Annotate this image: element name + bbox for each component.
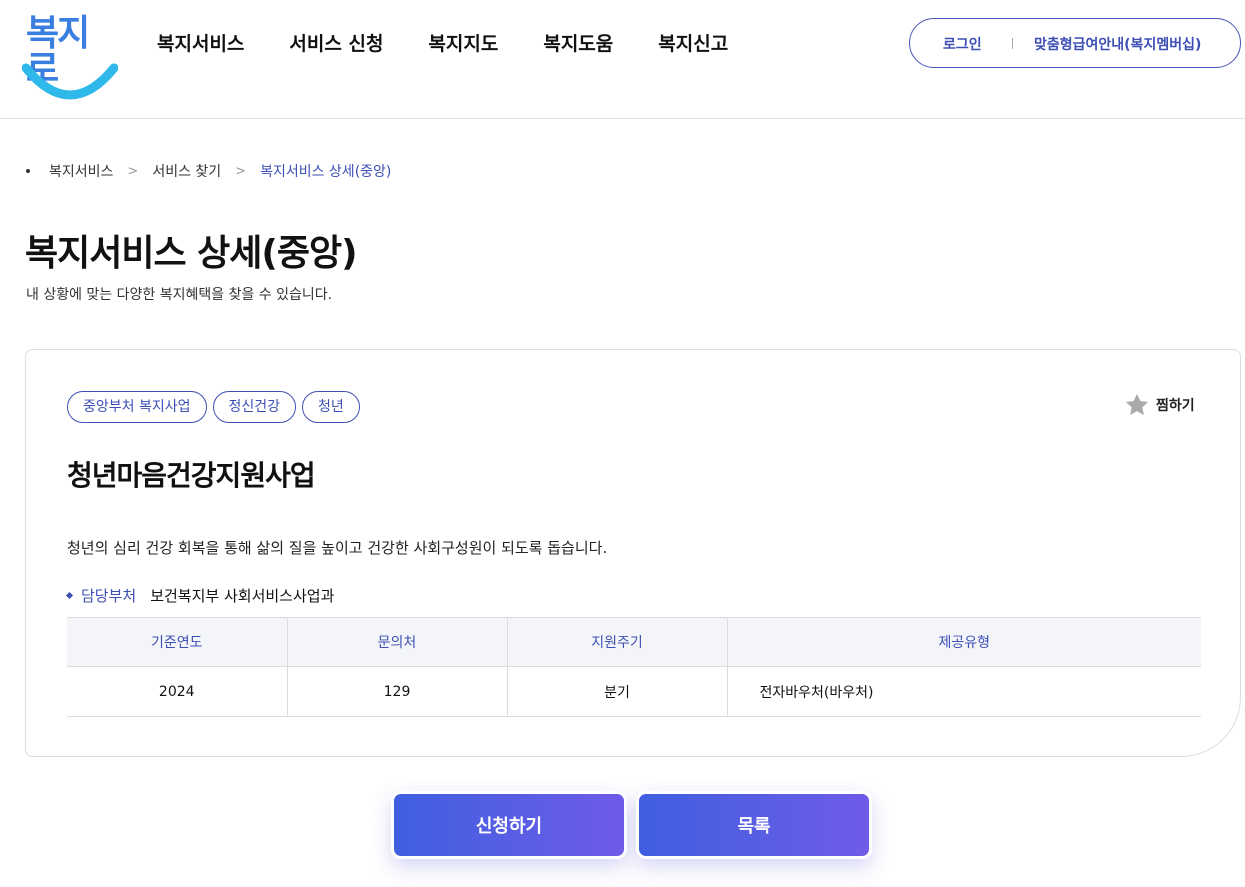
nav-item-service-apply[interactable]: 서비스 신청 — [289, 30, 383, 58]
service-description: 청년의 심리 건강 회복을 통해 삶의 질을 높이고 건강한 사회구성원이 되도… — [67, 539, 608, 557]
login-link[interactable]: 로그인 — [943, 34, 982, 54]
site-logo[interactable]: 복지로 — [22, 14, 118, 104]
page-title: 복지서비스 상세(중앙) — [25, 233, 358, 274]
breadcrumb-item-service-search[interactable]: 서비스 찾기 — [152, 161, 221, 181]
util-menu: 로그인 맞춤형급여안내(복지멤버십) — [909, 18, 1241, 68]
nav-item-welfare-help[interactable]: 복지도움 — [543, 30, 613, 58]
util-divider — [1012, 38, 1013, 49]
cell-contact: 129 — [286, 666, 507, 717]
page-description: 내 상황에 맞는 다양한 복지혜택을 찾을 수 있습니다. — [26, 287, 333, 303]
apply-button[interactable]: 신청하기 — [391, 791, 627, 859]
table-header-row: 기준연도 문의처 지원주기 제공유형 — [67, 617, 1201, 667]
service-title: 청년마음건강지원사업 — [67, 459, 316, 492]
service-detail-card: 중앙부처 복지사업 정신건강 청년 찜하기 청년마음건강지원사업 청년의 심리 … — [25, 349, 1241, 757]
table-row: 2024 129 분기 전자바우처(바우처) — [67, 666, 1201, 717]
tag-mental-health: 정신건강 — [212, 391, 297, 423]
cell-base-year: 2024 — [67, 666, 287, 717]
main-nav: 복지서비스 서비스 신청 복지지도 복지도움 복지신고 — [157, 30, 773, 58]
star-icon — [1125, 393, 1149, 415]
chevron-right-icon: > — [235, 163, 247, 179]
header-contact: 문의처 — [286, 617, 507, 667]
site-header: 복지로 복지서비스 서비스 신청 복지지도 복지도움 복지신고 로그인 맞춤형급… — [0, 0, 1245, 119]
favorite-label: 찜하기 — [1156, 398, 1195, 414]
breadcrumb-bullet-icon — [26, 169, 30, 173]
service-tags: 중앙부처 복지사업 정신건강 청년 — [67, 391, 366, 423]
nav-item-welfare-map[interactable]: 복지지도 — [428, 30, 498, 58]
cell-support-cycle: 분기 — [506, 666, 727, 717]
tag-central-ministry: 중앙부처 복지사업 — [67, 391, 207, 423]
service-info-table: 기준연도 문의처 지원주기 제공유형 2024 129 분기 전자바우처(바우처… — [67, 617, 1201, 717]
header-base-year: 기준연도 — [67, 617, 287, 667]
nav-item-welfare-report[interactable]: 복지신고 — [658, 30, 728, 58]
department-info: 담당부처 보건복지부 사회서비스사업과 — [65, 585, 335, 606]
membership-link[interactable]: 맞춤형급여안내(복지멤버십) — [1034, 34, 1201, 54]
nav-item-welfare-service[interactable]: 복지서비스 — [157, 30, 244, 58]
header-provision-type: 제공유형 — [726, 617, 1201, 667]
favorite-button[interactable]: 찜하기 — [1124, 392, 1195, 418]
logo-smile-icon — [22, 63, 118, 100]
header-support-cycle: 지원주기 — [506, 617, 727, 667]
breadcrumb: 복지서비스 > 서비스 찾기 > 복지서비스 상세(중앙) — [26, 161, 391, 181]
breadcrumb-item-current: 복지서비스 상세(중앙) — [260, 164, 392, 180]
chevron-right-icon: > — [127, 163, 139, 179]
cell-provision-type: 전자바우처(바우처) — [726, 666, 1201, 717]
department-value: 보건복지부 사회서비스사업과 — [150, 587, 335, 605]
breadcrumb-item-welfare-service[interactable]: 복지서비스 — [49, 161, 113, 181]
tag-youth: 청년 — [302, 391, 360, 423]
department-label: 담당부처 — [81, 587, 137, 605]
list-button[interactable]: 목록 — [636, 791, 872, 859]
diamond-bullet-icon — [65, 591, 74, 600]
